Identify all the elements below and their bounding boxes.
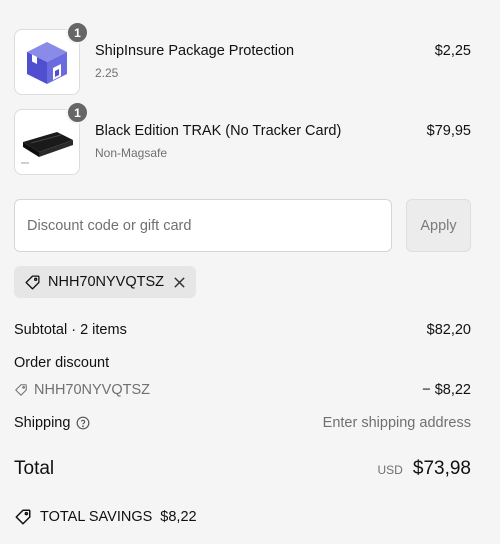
package-box-icon (27, 42, 67, 84)
item-price: $2,25 (434, 43, 471, 59)
savings-value: $8,22 (160, 509, 197, 525)
remove-discount-button[interactable] (173, 276, 186, 289)
apply-discount-button[interactable]: Apply (406, 199, 471, 252)
item-name: ShipInsure Package Protection (95, 43, 295, 59)
total-currency: USD (377, 463, 403, 477)
total-label: Total (14, 458, 55, 479)
order-discount-label: Order discount (14, 355, 110, 371)
order-discount-value: − $8,22 (422, 382, 471, 398)
item-variant: Non-Magsafe (95, 146, 168, 160)
order-summary: 1 ShipInsure Package Protection 2.25 $2,… (0, 0, 500, 544)
total-savings-row: TOTAL SAVINGS $8,22 (14, 508, 471, 530)
applied-discount-code: NHH70NYVQTSZ (48, 274, 165, 290)
quantity-badge: 1 (66, 101, 89, 124)
shipping-value: Enter shipping address (322, 415, 471, 431)
close-icon (174, 276, 185, 288)
shipping-row: Shipping Enter shipping address (14, 415, 471, 431)
applied-discount-chip: NHH70NYVQTSZ (14, 266, 196, 298)
total-row: Total USD $73,98 (14, 458, 471, 480)
line-item: 1 ShipInsure Package Protection 2.25 $2,… (14, 21, 471, 95)
tag-icon (25, 274, 40, 290)
savings-tag-icon (15, 509, 31, 525)
order-discount-code-row: NHH70NYVQTSZ − $8,22 (14, 382, 471, 401)
line-item: 1 Black Edition TRAK (No Tracker Card) N… (14, 101, 471, 175)
help-icon[interactable] (76, 416, 90, 430)
total-value: $73,98 (412, 458, 471, 479)
order-discount-row: Order discount (14, 355, 471, 371)
quantity-badge: 1 (66, 21, 89, 44)
discount-code-input[interactable] (14, 199, 392, 252)
tag-icon (15, 384, 27, 396)
subtotal-label: Subtotal · 2 items (14, 322, 127, 338)
item-variant: 2.25 (95, 66, 119, 80)
item-price: $79,95 (426, 123, 471, 139)
subtotal-row: Subtotal · 2 items $82,20 (14, 322, 471, 338)
shipping-label: Shipping (14, 415, 71, 431)
black-wallet-product-icon (21, 132, 73, 164)
subtotal-value: $82,20 (426, 322, 471, 338)
item-name: Black Edition TRAK (No Tracker Card) (95, 123, 342, 139)
savings-label: TOTAL SAVINGS (40, 509, 153, 525)
order-discount-code: NHH70NYVQTSZ (34, 382, 151, 398)
